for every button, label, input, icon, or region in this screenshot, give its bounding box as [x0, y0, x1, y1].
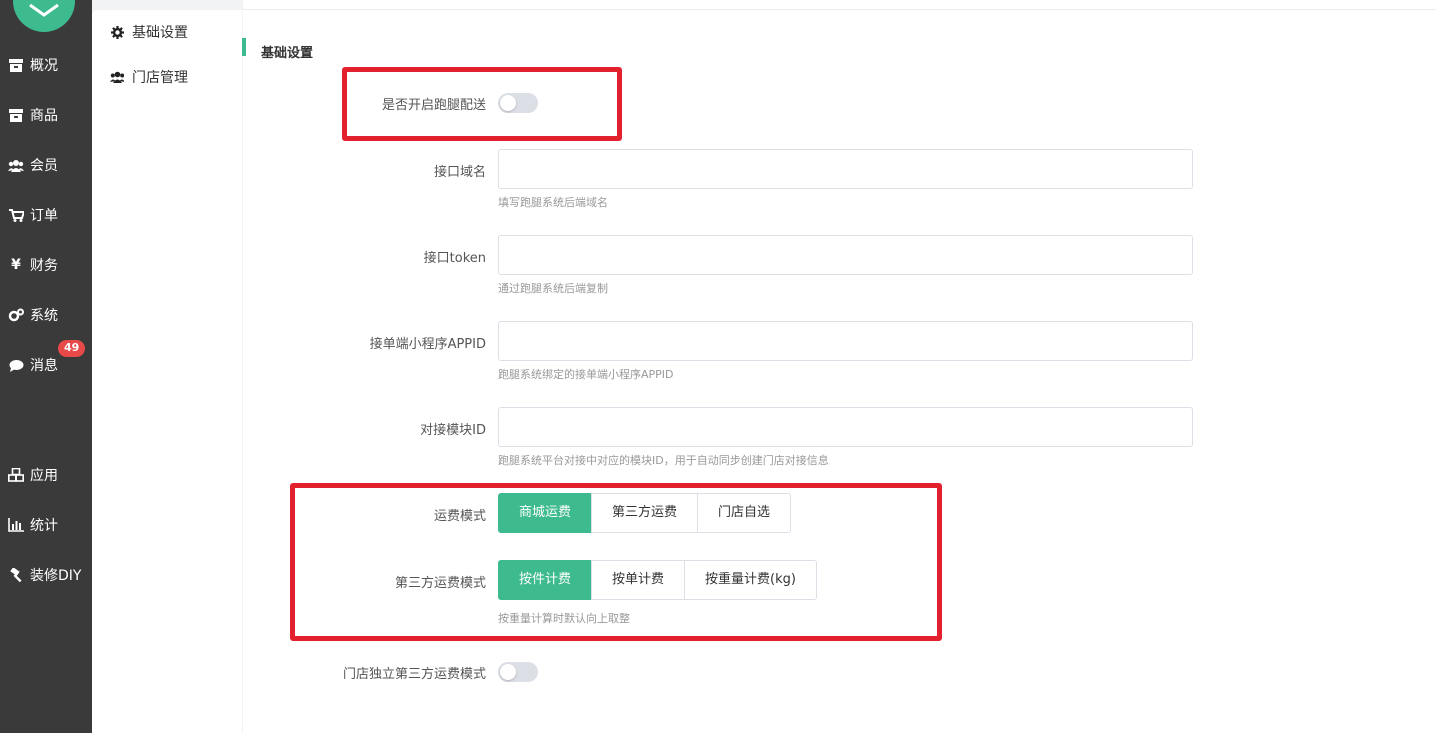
- third-freight-mode-label: 第三方运费模式: [394, 576, 486, 591]
- nav-item-overview[interactable]: 概况: [0, 50, 92, 80]
- third-freight-mode-hint: 按重量计算时默认向上取整: [498, 612, 630, 625]
- nav-item-finance[interactable]: ¥ 财务: [0, 250, 92, 280]
- enable-delivery-label: 是否开启跑腿配送: [381, 98, 486, 113]
- section-accent-bar: [242, 38, 246, 56]
- users-icon: [8, 157, 24, 173]
- section-title: 基础设置: [261, 46, 314, 61]
- store-independent-switch[interactable]: [498, 662, 538, 682]
- nav-item-members[interactable]: 会员: [0, 150, 92, 180]
- cart-icon: [8, 207, 24, 223]
- app-logo: [13, 0, 75, 32]
- freight-mode-option-mall[interactable]: 商城运费: [498, 493, 593, 533]
- cubes-icon: [8, 467, 24, 483]
- nav-item-label: 系统: [30, 308, 58, 324]
- third-freight-mode-selector: 按件计费 按单计费 按重量计费(kg): [498, 560, 817, 600]
- freight-mode-selector: 商城运费 第三方运费 门店自选: [498, 493, 792, 533]
- top-bar: [243, 0, 1436, 10]
- hammer-icon: [8, 567, 24, 583]
- message-count-badge: 49: [58, 340, 86, 357]
- miniapp-appid-input[interactable]: [498, 321, 1193, 361]
- gear-icon: [110, 25, 124, 39]
- api-domain-hint: 填写跑腿系统后端域名: [498, 196, 608, 209]
- api-token-hint: 通过跑腿系统后端复制: [498, 282, 608, 295]
- nav-item-stats[interactable]: 统计: [0, 510, 92, 540]
- subnav-item-basic-settings[interactable]: 基础设置: [110, 20, 188, 44]
- bar-chart-icon: [8, 517, 24, 533]
- nav-item-orders[interactable]: 订单: [0, 200, 92, 230]
- users-icon: [110, 70, 124, 84]
- nav-item-system[interactable]: 系统: [0, 300, 92, 330]
- freight-mode-option-third-party[interactable]: 第三方运费: [591, 493, 699, 533]
- subnav-item-label: 门店管理: [132, 70, 188, 86]
- box-icon: [8, 107, 24, 123]
- nav-item-label: 应用: [30, 468, 58, 484]
- nav-item-label: 消息: [30, 358, 58, 374]
- gears-icon: [8, 307, 24, 323]
- switch-knob: [500, 664, 516, 680]
- nav-item-label: 概况: [30, 58, 58, 74]
- api-domain-label: 接口域名: [433, 165, 486, 180]
- settings-subnav: 基础设置 门店管理: [92, 10, 242, 733]
- api-token-label: 接口token: [423, 251, 486, 266]
- nav-item-label: 统计: [30, 518, 58, 534]
- main-sidebar: 概况 商品 会员 订单 ¥ 财务 系统 消息 应用 统计 装修DIY 49: [0, 0, 92, 733]
- subnav-item-label: 基础设置: [132, 25, 188, 41]
- module-id-hint: 跑腿系统平台对接中对应的模块ID，用于自动同步创建门店对接信息: [498, 454, 829, 467]
- api-domain-input[interactable]: [498, 149, 1193, 189]
- third-freight-option-per-item[interactable]: 按件计费: [498, 560, 593, 600]
- module-id-input[interactable]: [498, 407, 1193, 447]
- nav-item-goods[interactable]: 商品: [0, 100, 92, 130]
- nav-item-label: 会员: [30, 158, 58, 174]
- module-id-label: 对接模块ID: [420, 423, 486, 438]
- miniapp-appid-hint: 跑腿系统绑定的接单端小程序APPID: [498, 368, 674, 381]
- api-token-input[interactable]: [498, 235, 1193, 275]
- chat-icon: [8, 357, 24, 373]
- nav-item-apps[interactable]: 应用: [0, 460, 92, 490]
- box-icon: [8, 57, 24, 73]
- freight-mode-label: 运费模式: [433, 509, 486, 524]
- third-freight-option-per-order[interactable]: 按单计费: [591, 560, 686, 600]
- nav-item-diy[interactable]: 装修DIY: [0, 560, 92, 590]
- nav-item-label: 装修DIY: [30, 568, 82, 584]
- third-freight-option-by-weight[interactable]: 按重量计费(kg): [684, 560, 817, 600]
- enable-delivery-switch[interactable]: [498, 93, 538, 113]
- yen-icon: ¥: [11, 257, 21, 273]
- nav-item-label: 订单: [30, 208, 58, 224]
- store-independent-label: 门店独立第三方运费模式: [342, 667, 486, 682]
- freight-mode-option-store-choice[interactable]: 门店自选: [697, 493, 792, 533]
- nav-item-label: 商品: [30, 108, 58, 124]
- miniapp-appid-label: 接单端小程序APPID: [369, 337, 486, 352]
- subnav-item-store-management[interactable]: 门店管理: [110, 65, 188, 89]
- switch-knob: [500, 95, 516, 111]
- nav-item-label: 财务: [30, 258, 58, 274]
- main-content: [243, 10, 1436, 733]
